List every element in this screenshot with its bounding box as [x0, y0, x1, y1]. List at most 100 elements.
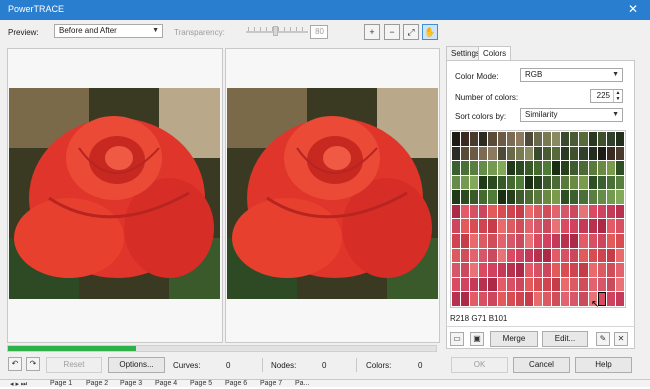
- color-swatch[interactable]: [506, 204, 515, 219]
- color-swatch[interactable]: [588, 263, 597, 277]
- color-swatch[interactable]: [588, 219, 597, 234]
- fit-to-window-icon[interactable]: ⤢: [403, 24, 419, 40]
- color-swatch[interactable]: [452, 234, 461, 248]
- color-swatch[interactable]: [488, 146, 497, 161]
- color-swatch[interactable]: [452, 146, 461, 161]
- color-swatch[interactable]: [461, 190, 470, 204]
- color-swatch[interactable]: [597, 248, 606, 263]
- color-swatch[interactable]: [524, 161, 533, 175]
- color-swatch[interactable]: [561, 161, 570, 175]
- color-swatch[interactable]: [597, 234, 606, 248]
- color-swatch[interactable]: [533, 277, 543, 292]
- color-swatch[interactable]: [561, 234, 570, 248]
- color-swatch[interactable]: [533, 175, 543, 190]
- color-swatch[interactable]: [606, 161, 615, 175]
- color-swatch[interactable]: [488, 234, 497, 248]
- color-swatch[interactable]: [552, 263, 561, 277]
- color-swatch[interactable]: [533, 132, 543, 146]
- color-swatch[interactable]: [543, 248, 552, 263]
- color-swatch[interactable]: [606, 292, 615, 306]
- save-palette-icon[interactable]: ▣: [470, 332, 484, 346]
- color-swatch[interactable]: [524, 175, 533, 190]
- color-swatch[interactable]: [497, 175, 506, 190]
- color-swatch[interactable]: [552, 190, 561, 204]
- color-swatch[interactable]: [479, 248, 488, 263]
- color-swatch[interactable]: [524, 263, 533, 277]
- color-swatch[interactable]: [461, 263, 470, 277]
- color-swatch[interactable]: [570, 175, 579, 190]
- color-swatch[interactable]: [524, 132, 533, 146]
- color-swatch[interactable]: [552, 292, 561, 306]
- color-swatch[interactable]: [497, 248, 506, 263]
- page-tab[interactable]: Page 6: [225, 380, 247, 387]
- color-swatch[interactable]: [470, 204, 479, 219]
- color-swatch[interactable]: [452, 204, 461, 219]
- color-swatch[interactable]: [497, 132, 506, 146]
- color-swatch[interactable]: [479, 263, 488, 277]
- color-swatch[interactable]: [452, 161, 461, 175]
- color-swatch[interactable]: [615, 190, 624, 204]
- color-swatch[interactable]: [606, 204, 615, 219]
- color-swatch[interactable]: [515, 277, 524, 292]
- color-swatch[interactable]: [570, 219, 579, 234]
- color-swatch[interactable]: [579, 263, 588, 277]
- eyedropper-icon[interactable]: ✎: [596, 332, 610, 346]
- color-swatch[interactable]: [452, 263, 461, 277]
- color-swatch[interactable]: [524, 204, 533, 219]
- color-swatch[interactable]: [561, 204, 570, 219]
- color-swatch[interactable]: [506, 248, 515, 263]
- color-swatch[interactable]: [597, 146, 606, 161]
- color-swatch[interactable]: [488, 175, 497, 190]
- color-swatch[interactable]: [506, 292, 515, 306]
- color-swatch[interactable]: [561, 263, 570, 277]
- color-swatch[interactable]: [588, 277, 597, 292]
- color-swatch[interactable]: [561, 248, 570, 263]
- color-swatch[interactable]: [552, 161, 561, 175]
- color-swatch[interactable]: [552, 248, 561, 263]
- color-swatch[interactable]: [533, 219, 543, 234]
- color-swatch[interactable]: [606, 219, 615, 234]
- color-swatch[interactable]: [515, 204, 524, 219]
- color-swatch[interactable]: [606, 175, 615, 190]
- color-swatch[interactable]: [452, 219, 461, 234]
- color-swatch[interactable]: [579, 190, 588, 204]
- color-swatch[interactable]: [597, 204, 606, 219]
- close-icon[interactable]: ✕: [628, 2, 638, 16]
- color-swatch[interactable]: [561, 219, 570, 234]
- color-swatch[interactable]: [579, 161, 588, 175]
- color-swatch[interactable]: [497, 234, 506, 248]
- color-swatch[interactable]: [579, 234, 588, 248]
- zoom-in-icon[interactable]: +: [364, 24, 380, 40]
- color-swatch[interactable]: [570, 248, 579, 263]
- color-swatch[interactable]: [615, 219, 624, 234]
- color-swatch[interactable]: [588, 132, 597, 146]
- color-swatch[interactable]: [524, 248, 533, 263]
- color-swatch[interactable]: [524, 234, 533, 248]
- color-swatch[interactable]: [597, 132, 606, 146]
- color-swatch[interactable]: [506, 263, 515, 277]
- transparency-slider-thumb[interactable]: [273, 26, 278, 36]
- color-swatch[interactable]: [579, 132, 588, 146]
- color-swatch[interactable]: [515, 263, 524, 277]
- page-tab[interactable]: Pa...: [295, 380, 309, 387]
- color-swatch[interactable]: [552, 277, 561, 292]
- color-swatch[interactable]: [452, 277, 461, 292]
- color-swatch[interactable]: [497, 277, 506, 292]
- color-swatch[interactable]: [543, 263, 552, 277]
- color-swatch[interactable]: [470, 132, 479, 146]
- color-swatch[interactable]: [461, 219, 470, 234]
- color-swatch[interactable]: [470, 277, 479, 292]
- color-swatch[interactable]: [506, 277, 515, 292]
- number-of-colors-input[interactable]: 225 ▲ ▼: [590, 89, 623, 103]
- help-button[interactable]: Help: [575, 357, 632, 373]
- color-swatch[interactable]: [606, 146, 615, 161]
- color-swatch[interactable]: [506, 219, 515, 234]
- color-swatch[interactable]: [479, 190, 488, 204]
- color-swatch[interactable]: [479, 161, 488, 175]
- color-swatch[interactable]: [543, 190, 552, 204]
- color-swatch[interactable]: [561, 175, 570, 190]
- color-swatch[interactable]: [515, 146, 524, 161]
- color-swatch[interactable]: [588, 248, 597, 263]
- color-swatch[interactable]: [506, 175, 515, 190]
- color-swatch[interactable]: [452, 175, 461, 190]
